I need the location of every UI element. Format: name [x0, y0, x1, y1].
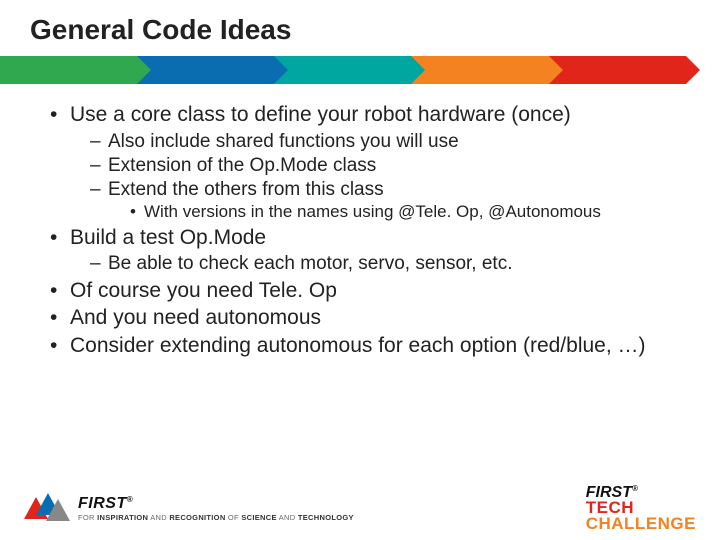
header-stripe [0, 56, 720, 84]
bullet-2: Build a test Op.Mode Be able to check ea… [50, 225, 688, 276]
stripe-seg-teal [274, 56, 411, 84]
subsub-text: With versions in the names using @Tele. … [144, 202, 601, 221]
slide-title: General Code Ideas [0, 0, 720, 56]
bullet-2-sub-1: Be able to check each motor, servo, sens… [90, 252, 688, 275]
first-logo-text: FIRST® FOR INSPIRATION AND RECOGNITION O… [78, 495, 354, 522]
registered-mark: ® [127, 495, 133, 504]
first-brand: FIRST® [78, 495, 354, 513]
bullet-1-sub-1: Also include shared functions you will u… [90, 130, 688, 153]
sub-text: Be able to check each motor, servo, sens… [108, 253, 513, 274]
stripe-seg-green [0, 56, 137, 84]
sub-text: Also include shared functions you will u… [108, 131, 459, 152]
stripe-seg-orange [411, 56, 548, 84]
bullet-3: Of course you need Tele. Op [50, 278, 688, 304]
bullet-text: Build a test Op.Mode [70, 226, 266, 249]
challenge-line: CHALLENGE [586, 516, 696, 532]
bullet-text: Consider extending autonomous for each o… [70, 334, 646, 357]
slide-body: Use a core class to define your robot ha… [0, 84, 720, 358]
tagline-part: OF [226, 513, 242, 522]
bullet-text: And you need autonomous [70, 306, 321, 329]
tagline-part: TECHNOLOGY [298, 513, 354, 522]
bullet-1-sub-3-sub-1: With versions in the names using @Tele. … [130, 202, 688, 223]
tagline-part: FOR [78, 513, 97, 522]
stripe-seg-red [549, 56, 686, 84]
tagline-part: AND [148, 513, 169, 522]
bullet-4: And you need autonomous [50, 305, 688, 331]
tech-challenge-logo: FIRST® TECH CHALLENGE [586, 485, 696, 532]
first-logo: FIRST® FOR INSPIRATION AND RECOGNITION O… [24, 493, 354, 523]
tagline-part: SCIENCE [241, 513, 276, 522]
registered-mark: ® [632, 484, 638, 493]
bullet-text: Of course you need Tele. Op [70, 279, 337, 302]
stripe-seg-blue [137, 56, 274, 84]
sub-text: Extension of the Op.Mode class [108, 155, 376, 176]
tagline-part: RECOGNITION [169, 513, 225, 522]
footer: FIRST® FOR INSPIRATION AND RECOGNITION O… [0, 485, 720, 532]
bullet-1-sub-2: Extension of the Op.Mode class [90, 154, 688, 177]
sub-text: Extend the others from this class [108, 179, 384, 200]
tagline-part: INSPIRATION [97, 513, 148, 522]
bullet-1: Use a core class to define your robot ha… [50, 102, 688, 223]
bullet-5: Consider extending autonomous for each o… [50, 333, 688, 359]
brand-word: FIRST [78, 495, 127, 512]
first-tagline: FOR INSPIRATION AND RECOGNITION OF SCIEN… [78, 513, 354, 522]
tagline-part: AND [277, 513, 298, 522]
bullet-1-sub-3: Extend the others from this class With v… [90, 178, 688, 223]
bullet-text: Use a core class to define your robot ha… [70, 103, 571, 126]
first-logo-triangles-icon [24, 493, 70, 523]
